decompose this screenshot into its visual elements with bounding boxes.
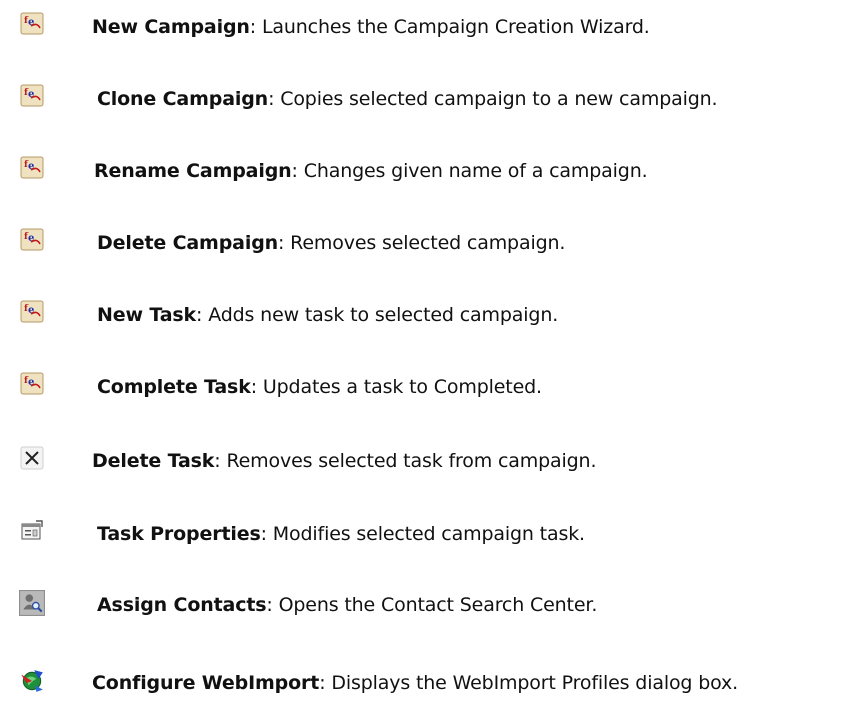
item-text: Task Properties: Modifies selected campa…: [97, 522, 585, 546]
campaign-icon: f e: [20, 84, 44, 107]
item-description: Removes selected campaign.: [290, 232, 566, 254]
list-item: Assign Contacts: Opens the Contact Searc…: [0, 588, 857, 628]
campaign-icon: f e: [20, 372, 44, 395]
item-separator: :: [319, 672, 332, 694]
item-separator: :: [196, 304, 209, 326]
delete-x-icon: [20, 446, 44, 470]
item-name: New Campaign: [92, 16, 250, 38]
list-item: Task Properties: Modifies selected campa…: [0, 517, 857, 557]
contact-search-icon: [19, 590, 45, 616]
item-text: New Campaign: Launches the Campaign Crea…: [92, 15, 650, 39]
item-description: Displays the WebImport Profiles dialog b…: [331, 672, 739, 694]
item-name: Rename Campaign: [94, 160, 292, 182]
list-item: f e New Campaign: Launches the Campaign …: [0, 10, 857, 50]
item-name: Configure WebImport: [92, 672, 320, 694]
campaign-icon: f e: [20, 156, 44, 179]
item-separator: :: [214, 450, 227, 472]
item-separator: :: [266, 594, 279, 616]
list-item: f e New Task: Adds new task to selected …: [0, 298, 857, 338]
item-separator: :: [249, 16, 262, 38]
item-text: Configure WebImport: Displays the WebImp…: [92, 671, 738, 695]
list-item: Configure WebImport: Displays the WebImp…: [0, 666, 857, 706]
campaign-icon: f e: [20, 12, 44, 35]
item-description: Removes selected task from campaign.: [226, 450, 597, 472]
item-separator: :: [268, 88, 281, 110]
item-text: Assign Contacts: Opens the Contact Searc…: [97, 593, 597, 617]
properties-icon: [21, 520, 43, 540]
item-name: Delete Task: [92, 450, 215, 472]
list-item: f e Rename Campaign: Changes given name …: [0, 154, 857, 194]
item-text: Clone Campaign: Copies selected campaign…: [97, 87, 718, 111]
webimport-icon: [21, 670, 43, 692]
list-item: f e Delete Campaign: Removes selected ca…: [0, 226, 857, 266]
item-text: Delete Campaign: Removes selected campai…: [97, 231, 565, 255]
item-separator: :: [260, 523, 273, 545]
item-text: Delete Task: Removes selected task from …: [92, 449, 596, 473]
item-description: Updates a task to Completed.: [262, 376, 542, 398]
svg-text:e: e: [28, 89, 34, 100]
list-item: f e Complete Task: Updates a task to Com…: [0, 370, 857, 410]
item-name: Task Properties: [97, 523, 261, 545]
list-item: Delete Task: Removes selected task from …: [0, 444, 857, 484]
item-separator: :: [291, 160, 304, 182]
item-description: Launches the Campaign Creation Wizard.: [261, 16, 650, 38]
item-name: Clone Campaign: [97, 88, 269, 110]
item-text: Complete Task: Updates a task to Complet…: [97, 375, 542, 399]
svg-text:e: e: [28, 305, 34, 316]
svg-text:e: e: [28, 161, 34, 172]
item-name: Assign Contacts: [97, 594, 267, 616]
item-separator: :: [278, 232, 291, 254]
item-name: Complete Task: [97, 376, 251, 398]
campaign-icon: f e: [20, 228, 44, 251]
list-item: f e Clone Campaign: Copies selected camp…: [0, 82, 857, 122]
item-separator: :: [250, 376, 263, 398]
item-text: Rename Campaign: Changes given name of a…: [94, 159, 648, 183]
item-name: Delete Campaign: [97, 232, 279, 254]
item-description: Copies selected campaign to a new campai…: [280, 88, 718, 110]
item-description: Adds new task to selected campaign.: [208, 304, 559, 326]
svg-text:e: e: [28, 233, 34, 244]
svg-text:e: e: [28, 17, 34, 28]
item-description: Opens the Contact Search Center.: [278, 594, 598, 616]
svg-text:e: e: [28, 377, 34, 388]
item-name: New Task: [97, 304, 197, 326]
item-description: Changes given name of a campaign.: [303, 160, 648, 182]
item-text: New Task: Adds new task to selected camp…: [97, 303, 558, 327]
item-description: Modifies selected campaign task.: [272, 523, 585, 545]
campaign-icon: f e: [20, 300, 44, 323]
